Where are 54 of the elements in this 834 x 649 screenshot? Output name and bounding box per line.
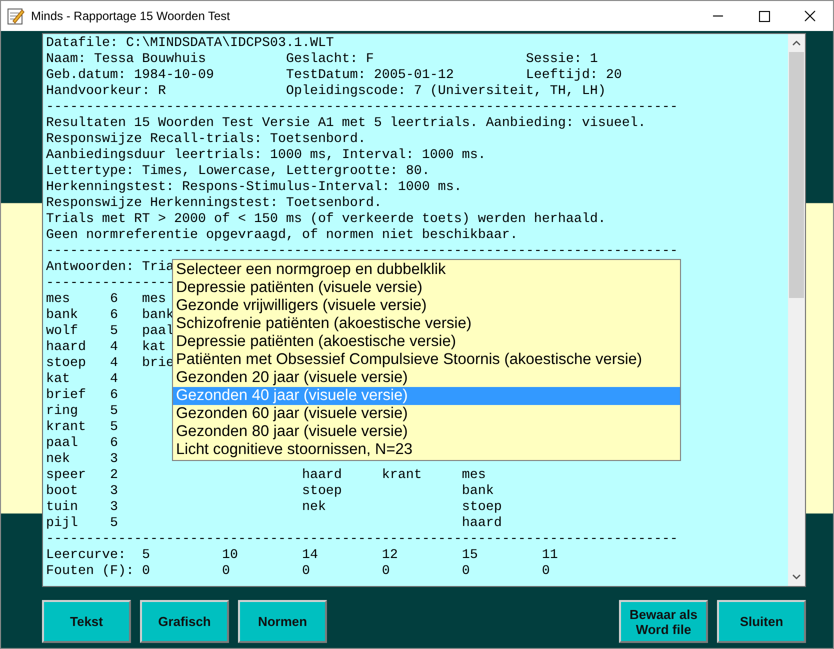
list-item[interactable]: Gezonde vrijwilligers (visuele versie) xyxy=(173,297,680,315)
notepad-pencil-icon xyxy=(7,7,25,25)
action-button[interactable]: Normen xyxy=(238,600,327,643)
action-button[interactable]: Grafisch xyxy=(140,600,229,643)
report-line: ------------------------------------------------------------------------------- xyxy=(46,532,678,548)
action-button[interactable]: Bewaar als Word file xyxy=(619,600,708,643)
list-item[interactable]: Depressie patiënten (akoestische versie) xyxy=(173,333,680,351)
report-line: Responswijze Recall-trials: Toetsenbord. xyxy=(46,132,366,148)
report-line: ring 5 xyxy=(46,404,118,420)
report-line: bank 6 bank xyxy=(46,308,174,324)
report-line: boot 3 stoep bank xyxy=(46,484,494,500)
report-line: Fouten (F): 0 0 0 0 0 0 xyxy=(46,564,550,580)
report-line: pijl 5 haard xyxy=(46,516,502,532)
report-line: Lettertype: Times, Lowercase, Lettergrootte: 80. xyxy=(46,164,430,180)
list-item[interactable]: Licht cognitieve stoornissen, N=23 xyxy=(173,441,680,459)
list-item[interactable]: Gezonden 20 jaar (visuele versie) xyxy=(173,369,680,387)
report-line: Leercurve: 5 10 14 12 15 11 xyxy=(46,548,558,564)
report-line: kat 4 xyxy=(46,372,118,388)
report-line: Aanbiedingsduur leertrials: 1000 ms, Interval: 1000 ms. xyxy=(46,148,486,164)
report-line: mes 6 mes xyxy=(46,292,166,308)
report-line: Trials met RT > 2000 of < 150 ms (of verkeerde toets) werden herhaald. xyxy=(46,212,606,228)
list-item[interactable]: Gezonden 80 jaar (visuele versie) xyxy=(173,423,680,441)
scroll-up-icon[interactable] xyxy=(792,40,801,46)
report-line: Geb.datum: 1984-10-09 TestDatum: 2005-01-12 Leeftijd: 20 xyxy=(46,68,622,84)
report-line: paal 6 xyxy=(46,436,118,452)
list-item[interactable]: Gezonden 60 jaar (visuele versie) xyxy=(173,405,680,423)
list-item[interactable]: Schizofrenie patiënten (akoestische versie) xyxy=(173,315,680,333)
report-line: brief 6 xyxy=(46,388,118,404)
report-line: Handvoorkeur: R Opleidingscode: 7 (Universiteit, TH, LH) xyxy=(46,84,606,100)
window-title: Minds - Rapportage 15 Woorden Test xyxy=(31,9,232,23)
report-line: Herkenningstest: Respons-Stimulus-Interval: 1000 ms. xyxy=(46,180,462,196)
list-item[interactable]: Selecteer een normgroep en dubbelklik xyxy=(173,261,680,279)
report-line: haard 4 kat xyxy=(46,340,166,356)
scrollbar[interactable] xyxy=(788,34,805,586)
report-line: ---------------- xyxy=(46,276,174,292)
scroll-down-icon[interactable] xyxy=(792,574,801,580)
report-line: Datafile: C:\MINDSDATA\IDCPS03.1.WLT xyxy=(46,36,334,52)
report-line: wolf 5 paal xyxy=(46,324,174,340)
scrollbar-thumb[interactable] xyxy=(789,52,804,298)
action-button[interactable]: Sluiten xyxy=(717,600,806,643)
report-line: Responswijze Herkenningstest: Toetsenbord. xyxy=(46,196,382,212)
list-item[interactable]: Depressie patiënten (visuele versie) xyxy=(173,279,680,297)
report-line: ------------------------------------------------------------------------------- xyxy=(46,100,678,116)
report-line: Geen normreferentie opgevraagd, of normen niet beschikbaar. xyxy=(46,228,518,244)
report-line: ------------------------------------------------------------------------------- xyxy=(46,244,678,260)
action-button[interactable]: Tekst xyxy=(42,600,131,643)
list-item[interactable]: Patiënten met Obsessief Compulsieve Stoornis (akoestische versie) xyxy=(173,351,680,369)
report-line: nek 3 xyxy=(46,452,118,468)
report-line: Naam: Tessa Bouwhuis Geslacht: F Sessie: 1 xyxy=(46,52,598,68)
report-line: stoep 4 brie xyxy=(46,356,174,372)
report-line: speer 2 haard krant mes xyxy=(46,468,486,484)
report-line: krant 5 xyxy=(46,420,118,436)
report-line: tuin 3 nek stoep xyxy=(46,500,502,516)
report-line: Resultaten 15 Woorden Test Versie A1 met 5 leertrials. Aanbieding: visueel. xyxy=(46,116,646,132)
